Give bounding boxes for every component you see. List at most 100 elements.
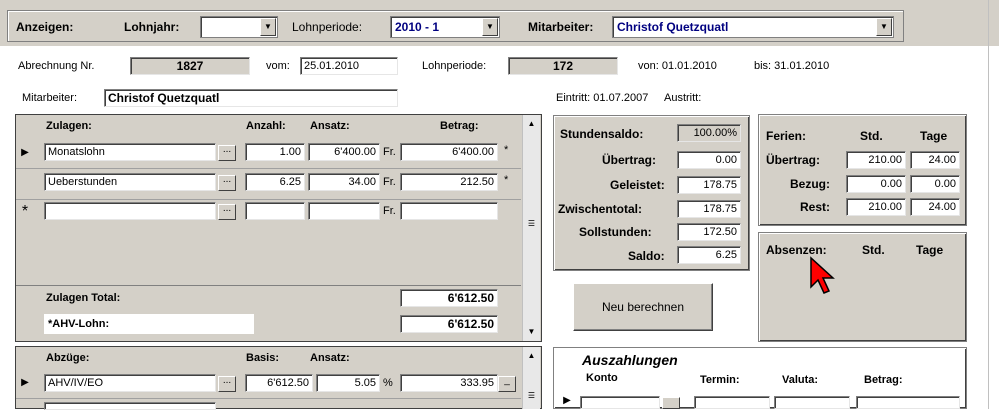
betrag-field[interactable]: 212.50 [400, 173, 498, 191]
vom-date-field[interactable]: 25.01.2010 [300, 57, 398, 75]
right-edge-divider [988, 0, 989, 409]
austritt-text: Austritt: [664, 92, 702, 104]
auszahlung-betrag-field[interactable] [856, 396, 960, 409]
absenzen-std-header: Std. [862, 243, 885, 257]
ferien-bezug-tage: 0.00 [910, 175, 960, 193]
zwischentotal-field: 178.75 [677, 200, 741, 218]
bis-date: bis: 31.01.2010 [754, 60, 830, 72]
mitarbeiter-name-field: Christof Quetzquatl [104, 89, 398, 107]
absenzen-tage-header: Tage [916, 243, 944, 257]
auszahlung-konto-field[interactable] [580, 396, 660, 409]
stundensaldo-field: 100.00% [677, 124, 741, 142]
underscore-button[interactable]: _ [498, 376, 516, 392]
mitarbeiter-toolbar-label: Mitarbeiter: [528, 20, 594, 34]
anzeigen-label: Anzeigen: [16, 20, 74, 34]
scroll-handle-icon[interactable]: ☰ [523, 219, 540, 228]
sollstunden-label: Sollstunden: [579, 225, 652, 239]
termin-header: Termin: [700, 374, 740, 386]
konto-header: Konto [586, 372, 618, 384]
eintritt-text: Eintritt: 01.07.2007 [556, 92, 649, 104]
ferien-uebertrag-tage: 24.00 [910, 151, 960, 169]
valuta-header: Valuta: [782, 374, 819, 386]
zulagen-scrollbar[interactable]: ▲ ☰ ▼ [522, 115, 540, 341]
basis-header: Basis: [246, 352, 280, 364]
abzuege-scrollbar[interactable]: ▲ ☰ [522, 347, 540, 409]
lohnperiode-toolbar-label: Lohnperiode: [292, 20, 363, 34]
ansatz-field[interactable] [308, 202, 380, 220]
chevron-down-icon[interactable]: ▼ [482, 18, 498, 36]
lohnperiode-label: Lohnperiode: [422, 60, 487, 72]
anzahl-field[interactable]: 6.25 [245, 173, 305, 191]
stundensaldo-label: Stundensaldo: [560, 127, 644, 141]
auszahlung-termin-field[interactable] [694, 396, 770, 409]
scroll-down-icon[interactable]: ▼ [523, 327, 540, 336]
mitarbeiter-value: Christof Quetzquatl [617, 20, 729, 34]
scroll-up-icon[interactable]: ▲ [523, 351, 540, 360]
lohnjahr-label: Lohnjahr: [124, 20, 180, 34]
unit-label: Fr. [383, 205, 396, 217]
uebertrag-label: Übertrag: [602, 153, 657, 167]
ahv-lohn-label: *AHV-Lohn: [48, 318, 110, 330]
ellipsis-button[interactable]: ... [218, 145, 236, 161]
abzug-name-field[interactable]: AHV/IV/EO [44, 374, 216, 392]
zulagen-total-label: Zulagen Total: [46, 292, 121, 304]
scroll-handle-icon[interactable]: ☰ [523, 391, 540, 400]
zulage-name-field[interactable]: Ueberstunden [44, 173, 216, 191]
mitarbeiter-dropdown[interactable]: Christof Quetzquatl ▼ [612, 16, 894, 38]
ellipsis-button[interactable]: ... [218, 204, 236, 220]
zulagen-total-field: 6'612.50 [400, 289, 498, 307]
ferien-uebertrag-std: 210.00 [846, 151, 906, 169]
auszahlung-betrag-header: Betrag: [864, 374, 903, 386]
lohnperiode-dropdown[interactable]: 2010 - 1 ▼ [390, 16, 500, 38]
ferien-std-header: Std. [860, 129, 883, 143]
chevron-down-icon[interactable]: ▼ [876, 18, 892, 36]
vom-label: vom: [266, 60, 290, 72]
unit-label: Fr. [383, 146, 396, 158]
betrag-field[interactable] [400, 202, 498, 220]
abrechnung-nr-field: 1827 [130, 57, 250, 75]
betrag-header: Betrag: [440, 120, 479, 132]
ellipsis-button[interactable] [662, 397, 680, 409]
zulage-name-field[interactable] [44, 202, 216, 220]
betrag-field[interactable]: 6'400.00 [400, 143, 498, 161]
abzug-betrag-field[interactable]: 333.95 [400, 374, 498, 392]
row-pointer-icon: ▶ [21, 377, 29, 388]
lohnperiode-value: 2010 - 1 [395, 20, 440, 34]
anzahl-header: Anzahl: [246, 120, 286, 132]
ellipsis-button[interactable]: ... [218, 376, 236, 392]
zulagen-header: Zulagen: [46, 120, 92, 132]
auszahlung-valuta-field[interactable] [774, 396, 850, 409]
ahv-flag: * [504, 174, 509, 186]
lohnperiode-nr-field: 172 [508, 57, 618, 75]
anzahl-field[interactable]: 1.00 [245, 143, 305, 161]
abzug-ansatz-field[interactable]: 5.05 [316, 374, 380, 392]
unit-label: % [383, 377, 393, 389]
ahv-flag: * [504, 144, 509, 156]
sollstunden-field: 172.50 [677, 223, 741, 241]
ansatz-field[interactable]: 34.00 [308, 173, 380, 191]
zulage-name-field[interactable]: Monatslohn [44, 143, 216, 161]
ferien-tage-header: Tage [920, 129, 948, 143]
ellipsis-button[interactable]: ... [218, 175, 236, 191]
ferien-rest-tage: 24.00 [910, 198, 960, 216]
lohnjahr-dropdown[interactable]: ▼ [200, 16, 278, 38]
basis-field[interactable]: 6'612.50 [245, 374, 313, 392]
mouse-cursor-icon [810, 256, 835, 294]
geleistet-label: Geleistet: [610, 178, 665, 192]
abzuege-header: Abzüge: [46, 352, 90, 364]
mitarbeiter-label: Mitarbeiter: [22, 92, 78, 104]
saldo-label: Saldo: [628, 249, 665, 263]
chevron-down-icon[interactable]: ▼ [260, 18, 276, 36]
row-pointer-icon: ▶ [21, 147, 29, 158]
ahv-lohn-field: 6'612.50 [400, 315, 498, 333]
neu-berechnen-button[interactable]: Neu berechnen [573, 283, 713, 331]
ferien-uebertrag-label: Übertrag: [766, 153, 821, 167]
anzahl-field[interactable] [245, 202, 305, 220]
abrechnung-label: Abrechnung Nr. [18, 60, 95, 72]
ansatz-header: Ansatz: [310, 120, 350, 132]
uebertrag-field: 0.00 [677, 151, 741, 169]
ansatz-field[interactable]: 6'400.00 [308, 143, 380, 161]
scroll-up-icon[interactable]: ▲ [523, 119, 540, 128]
row-pointer-icon: ▶ [563, 395, 571, 406]
von-date: von: 01.01.2010 [638, 60, 717, 72]
